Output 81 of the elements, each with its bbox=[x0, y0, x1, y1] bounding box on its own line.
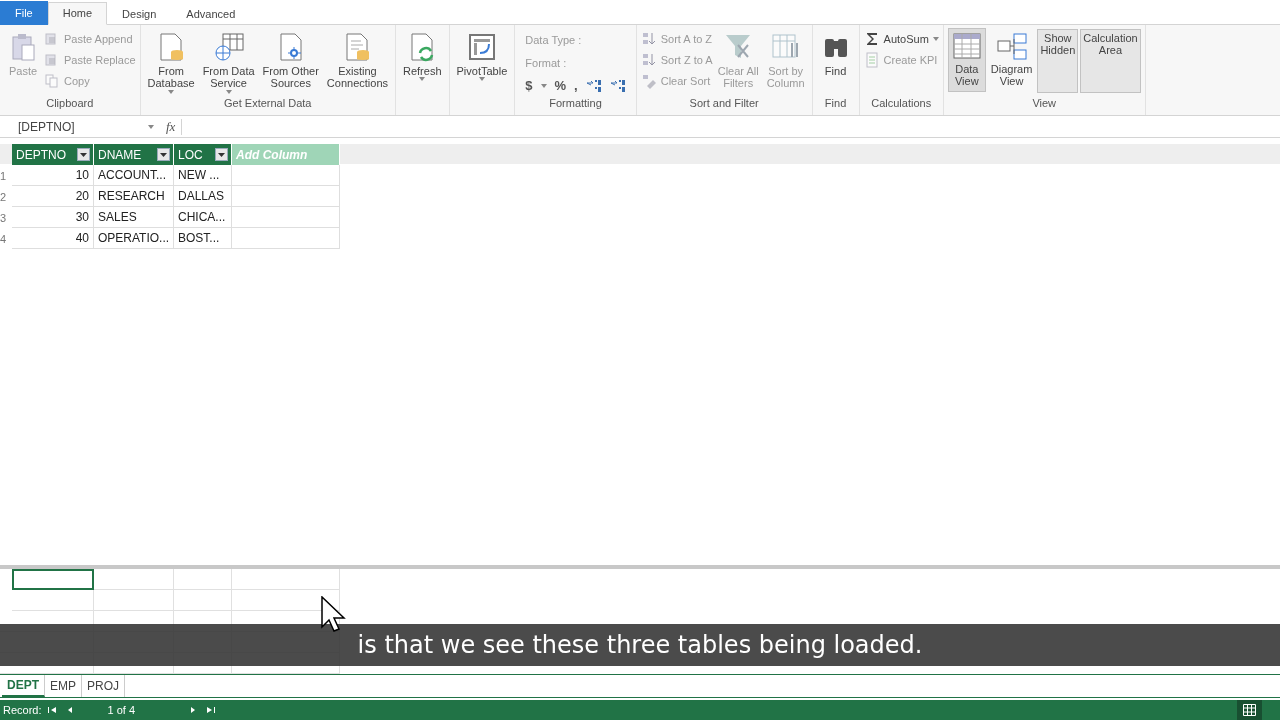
group-label: Clipboard bbox=[45, 96, 95, 111]
grid-icon bbox=[1243, 704, 1256, 716]
ribbon-tab[interactable]: Design bbox=[107, 1, 172, 25]
table-cell: DALLAS bbox=[174, 186, 232, 208]
group-label: View bbox=[1031, 96, 1058, 111]
caret-icon bbox=[419, 77, 426, 82]
decrease-decimal-icon bbox=[609, 77, 626, 94]
record-label: Record: bbox=[3, 704, 42, 716]
video-caption: is that we see these three tables being loaded. bbox=[0, 624, 1280, 666]
group-label: Get External Data bbox=[223, 96, 313, 111]
table-cell: 30 bbox=[12, 207, 94, 229]
name-box[interactable]: [DEPTNO] bbox=[0, 120, 160, 135]
diagram-icon bbox=[995, 30, 1028, 63]
row-number: 3 bbox=[0, 210, 8, 226]
table-cell: ACCOUNT... bbox=[94, 165, 174, 187]
row-number: 1 bbox=[0, 168, 8, 184]
selected-cell[interactable] bbox=[12, 568, 94, 590]
ribbon-button[interactable]: Existing Connections bbox=[323, 27, 391, 91]
table-cell: OPERATIO... bbox=[94, 228, 174, 250]
ribbon-tab[interactable]: Advanced bbox=[171, 1, 251, 25]
sort-ascending-icon bbox=[640, 30, 657, 47]
caret-icon bbox=[540, 83, 547, 88]
globe-table-icon bbox=[212, 30, 245, 63]
grid-cell[interactable] bbox=[174, 589, 232, 611]
sheet-tab[interactable]: EMP bbox=[45, 675, 83, 697]
table-cell: CHICA... bbox=[174, 207, 232, 229]
column-header[interactable]: DNAME bbox=[94, 144, 174, 166]
filter-icon[interactable] bbox=[215, 148, 228, 162]
format-label: Format : bbox=[525, 55, 568, 71]
sheet-tab[interactable]: PROJ bbox=[82, 675, 126, 697]
grid-view-button[interactable] bbox=[1237, 700, 1262, 720]
ribbon-button[interactable]: From Other Sources bbox=[259, 27, 322, 91]
filter-icon[interactable] bbox=[157, 148, 170, 162]
increase-decimal-icon bbox=[585, 77, 602, 94]
view-button[interactable]: Diagram View bbox=[987, 27, 1036, 89]
sort-descending-icon bbox=[640, 51, 657, 68]
caret-icon bbox=[932, 36, 939, 41]
caret-icon bbox=[225, 89, 232, 94]
group-label: Formatting bbox=[548, 96, 603, 111]
toggle-button[interactable]: Calculation Area bbox=[1080, 28, 1141, 93]
grid-cell[interactable] bbox=[94, 589, 174, 611]
filter-icon[interactable] bbox=[77, 148, 90, 162]
caret-icon bbox=[168, 89, 175, 94]
grid-cell[interactable] bbox=[12, 589, 94, 611]
ribbon-button[interactable]: AutoSum bbox=[863, 29, 939, 48]
caret-icon bbox=[148, 125, 154, 130]
table-cell: BOST... bbox=[174, 228, 232, 250]
column-header[interactable]: LOC bbox=[174, 144, 232, 166]
group-label: Find bbox=[823, 96, 848, 111]
ribbon-button[interactable]: Find bbox=[816, 27, 855, 79]
file-tab[interactable]: File bbox=[0, 0, 48, 25]
ribbon-button[interactable]: PivotTable bbox=[453, 27, 511, 83]
row-number: 4 bbox=[0, 231, 8, 247]
ribbon-button[interactable]: From Data Service bbox=[199, 27, 258, 95]
table-cell: RESEARCH bbox=[94, 186, 174, 208]
ribbon-button[interactable]: From Database bbox=[144, 27, 198, 95]
row-number: 2 bbox=[0, 189, 8, 205]
function-label: fx bbox=[160, 119, 183, 136]
table-cell: 10 bbox=[12, 165, 94, 187]
toggle-button[interactable]: Show Hidden bbox=[1037, 28, 1079, 93]
mouse-cursor-icon bbox=[321, 596, 347, 632]
sheet-tab[interactable]: DEPT bbox=[2, 675, 45, 697]
kpi-icon bbox=[863, 51, 880, 68]
ribbon-button[interactable]: Refresh bbox=[400, 27, 445, 83]
grid-cell[interactable] bbox=[174, 568, 232, 590]
view-button[interactable]: Data View bbox=[947, 27, 986, 92]
group-label: Calculations bbox=[870, 96, 933, 111]
group-label: Sort and Filter bbox=[688, 96, 760, 111]
grid-cell[interactable] bbox=[232, 568, 340, 590]
table-cell: NEW ... bbox=[174, 165, 232, 187]
table-cell: 20 bbox=[12, 186, 94, 208]
eraser-icon bbox=[640, 72, 657, 89]
ribbon-tab[interactable]: Home bbox=[47, 1, 108, 25]
table-cell: SALES bbox=[94, 207, 174, 229]
caret-icon bbox=[478, 77, 485, 82]
format-label: Data Type : bbox=[525, 32, 583, 48]
record-position: 1 of 4 bbox=[107, 704, 136, 716]
table-cell: 40 bbox=[12, 228, 94, 250]
column-header[interactable]: DEPTNO bbox=[12, 144, 94, 166]
grid-cell[interactable] bbox=[94, 568, 174, 590]
copy-icon bbox=[44, 72, 60, 89]
